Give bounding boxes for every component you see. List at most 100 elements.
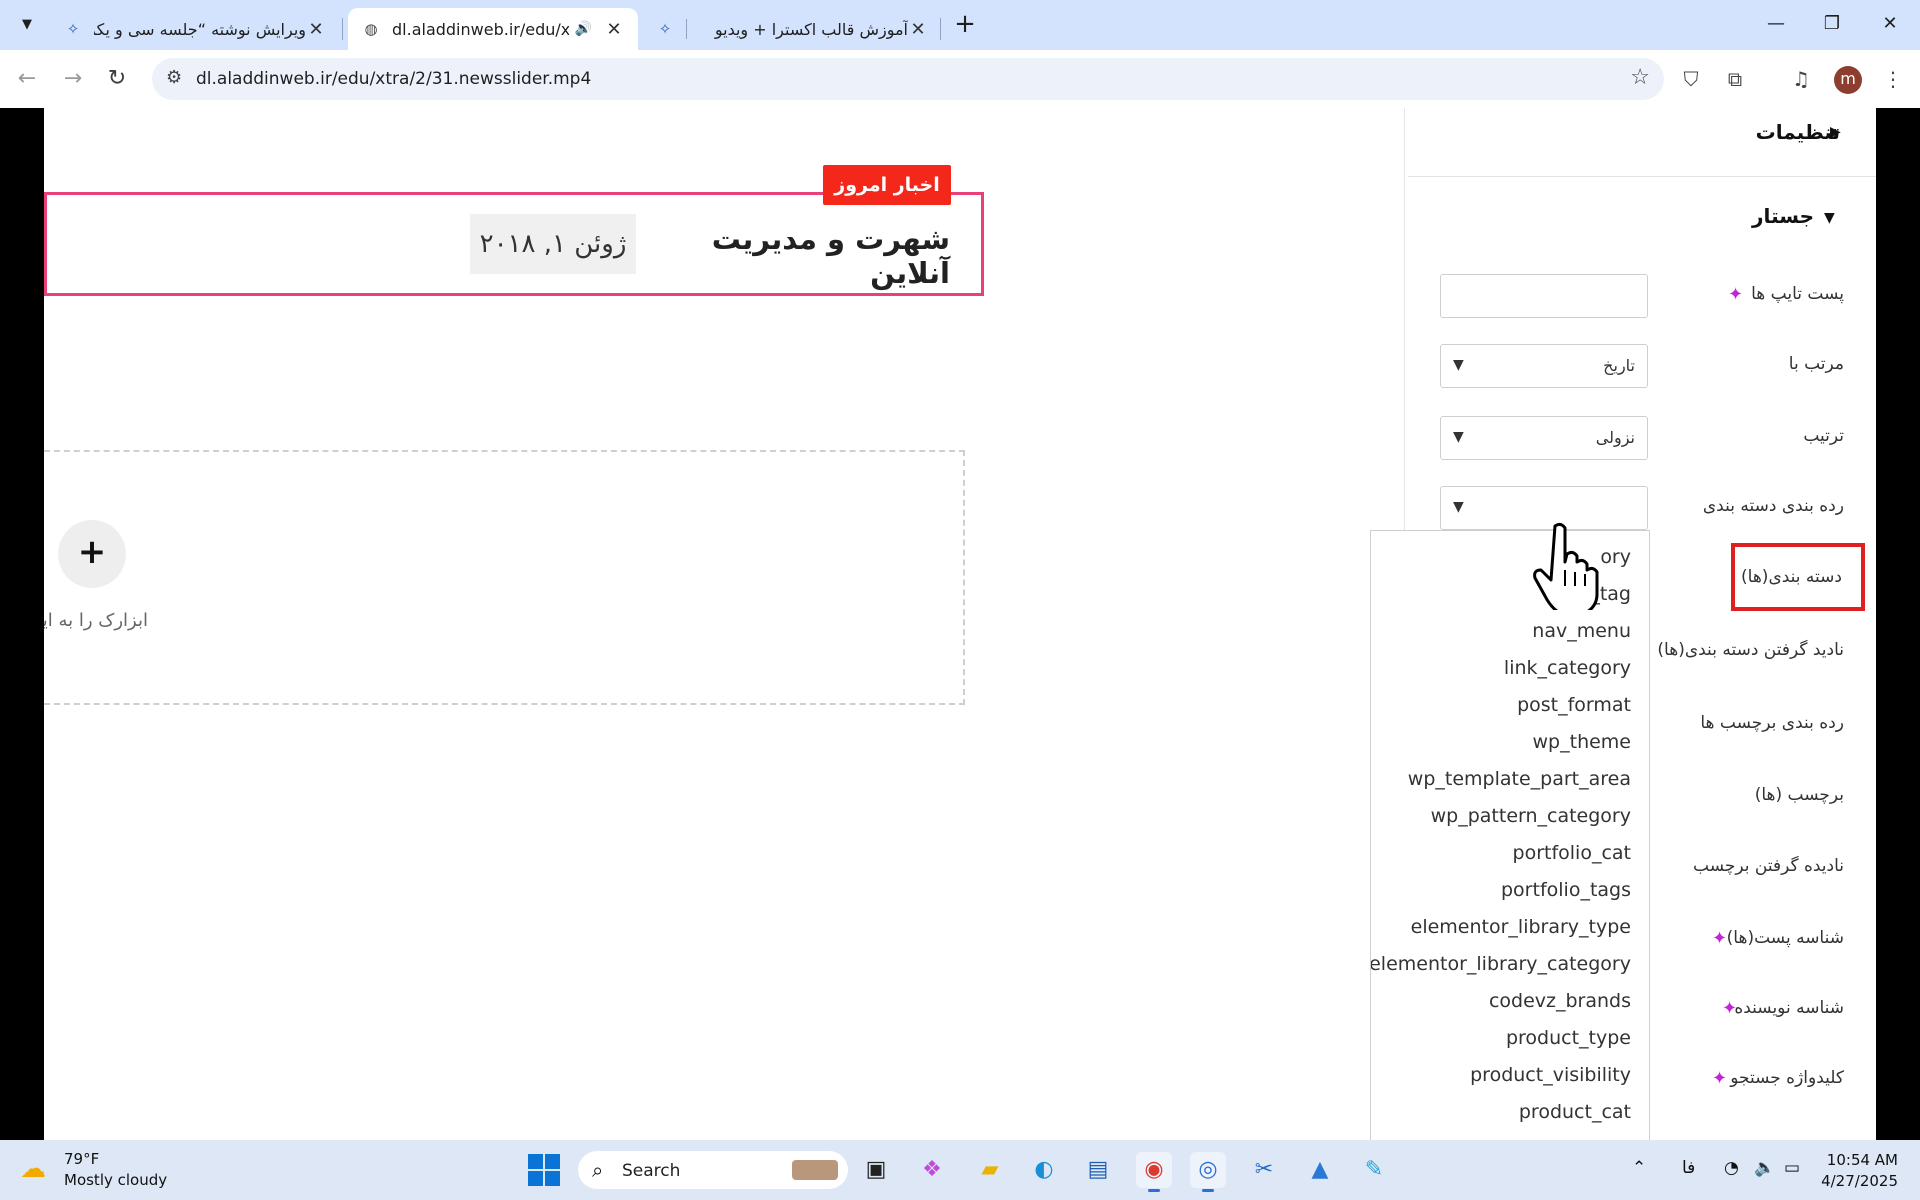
video-player-icon[interactable]: ◎ (1190, 1152, 1226, 1192)
wifi-icon[interactable]: ◔ (1724, 1158, 1739, 1178)
task-view-icon[interactable]: ▣ (858, 1152, 894, 1188)
forward-button[interactable]: → (58, 64, 88, 94)
dropdown-option[interactable]: wp_theme (1533, 731, 1631, 753)
site-info-icon[interactable]: ⚙ (166, 67, 182, 88)
edge-icon[interactable]: ◐ (1026, 1152, 1062, 1188)
tab-search-chevron-icon[interactable]: ▼ (14, 12, 40, 38)
windows-start-icon[interactable] (528, 1154, 560, 1186)
order-by-value: تاریخ (1603, 356, 1635, 375)
tags-label: برچسب (ها) (1754, 785, 1844, 805)
widget-drop-zone[interactable] (44, 450, 965, 705)
sparkle-icon[interactable]: ✦ (1722, 998, 1737, 1019)
dropdown-option[interactable]: ory (1600, 546, 1631, 568)
tab-video[interactable]: ◍ dl.aladdinweb.ir/edu/xtra/2/ 🔊 ✕ (348, 8, 638, 50)
volume-icon[interactable]: 🔈 (1754, 1158, 1775, 1178)
order-select[interactable]: نزولی ▼ (1440, 416, 1648, 460)
url-text[interactable]: dl.aladdinweb.ir/edu/xtra/2/31.newsslide… (196, 69, 591, 89)
categories-label: دسته بندی(ها) (1741, 567, 1842, 587)
tab-edit-post[interactable]: ✧ ویرایش نوشته “جلسه سی و یکم – ✕ (50, 8, 340, 50)
hand-cursor-icon (1533, 522, 1599, 610)
tab-strip: ▼ ✧ ویرایش نوشته “جلسه سی و یکم – ✕ ◍ dl… (0, 0, 1920, 50)
close-icon[interactable]: ✕ (908, 19, 928, 40)
caret-right-icon[interactable]: ▶ (1830, 124, 1841, 140)
weather-temperature[interactable]: 79°F (64, 1150, 99, 1168)
search-label: Search (622, 1161, 681, 1181)
dropdown-option[interactable]: link_category (1504, 657, 1631, 679)
globe-icon: ◍ (364, 20, 378, 38)
search-keyword-label: کلیدواژه جستجو (1730, 1068, 1844, 1088)
back-button[interactable]: ← (12, 64, 42, 94)
add-widget-button[interactable]: + (58, 520, 126, 588)
dropdown-option[interactable]: codevz_brands (1489, 990, 1631, 1012)
menu-dots-icon[interactable]: ⋮ (1878, 64, 1908, 94)
caret-down-icon[interactable]: ▼ (1824, 210, 1835, 226)
chevron-down-icon: ▼ (1453, 499, 1464, 515)
dropdown-option[interactable]: product_type (1506, 1027, 1631, 1049)
avatar[interactable]: m (1834, 66, 1862, 94)
author-ids-label: شناسه نویسنده (1734, 998, 1844, 1018)
minimize-button[interactable]: — (1756, 8, 1796, 40)
sparkle-icon[interactable]: ✦ (1712, 1068, 1727, 1089)
tab-separator (342, 18, 343, 40)
close-icon[interactable]: ✕ (306, 19, 326, 40)
paint-icon[interactable]: ✎ (1356, 1152, 1392, 1188)
new-tab-button[interactable]: + (950, 10, 980, 40)
order-by-label: مرتب با (1788, 354, 1844, 374)
taskbar-search[interactable]: ⌕ Search (578, 1151, 848, 1189)
dropdown-option[interactable]: product_visibility (1470, 1064, 1631, 1086)
chrome-icon[interactable]: ◉ (1136, 1152, 1172, 1192)
store-icon[interactable]: ▤ (1080, 1152, 1116, 1188)
tab-title: ویرایش نوشته “جلسه سی و یکم – (94, 19, 306, 39)
order-by-select[interactable]: تاریخ ▼ (1440, 344, 1648, 388)
taxonomy-dropdown[interactable]: ory _tag nav_menu link_category post_for… (1370, 530, 1650, 1140)
speaker-icon[interactable]: 🔊 (575, 21, 592, 37)
dropdown-option[interactable]: product_cat (1519, 1101, 1631, 1123)
dropdown-option[interactable]: portfolio_cat (1513, 842, 1631, 864)
close-window-button[interactable]: ✕ (1870, 8, 1910, 40)
restore-button[interactable]: ❐ (1812, 8, 1852, 40)
dropdown-option[interactable]: nav_menu (1532, 620, 1631, 642)
address-bar[interactable]: ⚙ dl.aladdinweb.ir/edu/xtra/2/31.newssli… (152, 58, 1664, 100)
shield-extension-icon[interactable]: ⛉ (1676, 64, 1706, 94)
search-highlight-image (792, 1160, 838, 1180)
tag-taxonomy-label: رده بندی برچسب ها (1700, 713, 1844, 733)
dropdown-option[interactable]: elementor_library_type (1411, 916, 1631, 938)
dropdown-option[interactable]: wp_template_part_area (1408, 768, 1631, 790)
settings-title[interactable]: تنظیمات (1690, 120, 1840, 144)
chevron-down-icon: ▼ (1453, 357, 1464, 373)
snipping-tool-icon[interactable]: ✂ (1246, 1152, 1282, 1188)
chevron-down-icon: ▼ (1453, 429, 1464, 445)
sparkle-icon[interactable]: ✦ (1728, 284, 1743, 305)
dropdown-option[interactable]: post_format (1517, 694, 1631, 716)
extensions-puzzle-icon[interactable]: ⧉ (1720, 64, 1750, 94)
file-explorer-icon[interactable]: ▰ (972, 1152, 1008, 1188)
bookmark-star-icon[interactable]: ☆ (1630, 65, 1650, 90)
dropdown-option[interactable]: elementor_library_category (1371, 953, 1631, 975)
taskbar: ☁ 79°F Mostly cloudy ⌕ Search ▣ ❖ ▰ ◐ ▤ … (0, 1140, 1920, 1200)
exclude-tags-label: نادیده گرفتن برچسب (1693, 856, 1844, 876)
close-icon[interactable]: ✕ (604, 19, 624, 40)
browser-toolbar: ← → ↻ ⚙ dl.aladdinweb.ir/edu/xtra/2/31.n… (0, 50, 1920, 108)
tab-course[interactable]: ✧ آموزش قالب اکسترا + ویدیو ✕ (642, 8, 942, 50)
weather-cloud-icon[interactable]: ☁ (20, 1154, 46, 1184)
query-section-title[interactable]: جستار (1730, 204, 1814, 228)
tab-title: آموزش قالب اکسترا + ویدیو (714, 19, 908, 39)
order-label: ترتیب (1803, 426, 1844, 446)
news-title[interactable]: شهرت و مدیریت آنلاین (640, 222, 950, 290)
tab-separator (940, 18, 941, 40)
battery-icon[interactable]: ▭ (1784, 1158, 1800, 1178)
dropdown-option[interactable]: wp_pattern_category (1431, 805, 1631, 827)
dropdown-option[interactable]: portfolio_tags (1501, 879, 1631, 901)
photos-icon[interactable]: ▲ (1302, 1152, 1338, 1188)
sparkle-icon[interactable]: ✦ (1712, 928, 1727, 949)
clock-date[interactable]: 4/27/2025 (1818, 1172, 1898, 1190)
reload-button[interactable]: ↻ (102, 64, 132, 94)
wordpress-editor-icon: ✧ (66, 20, 80, 38)
media-control-icon[interactable]: ♫ (1786, 64, 1816, 94)
copilot-icon[interactable]: ❖ (914, 1152, 950, 1188)
weather-description[interactable]: Mostly cloudy (64, 1171, 167, 1189)
language-indicator[interactable]: فا (1682, 1158, 1695, 1178)
clock-time[interactable]: 10:54 AM (1818, 1151, 1898, 1169)
post-types-input[interactable] (1440, 274, 1648, 318)
chevron-up-icon[interactable]: ⌃ (1632, 1158, 1646, 1178)
